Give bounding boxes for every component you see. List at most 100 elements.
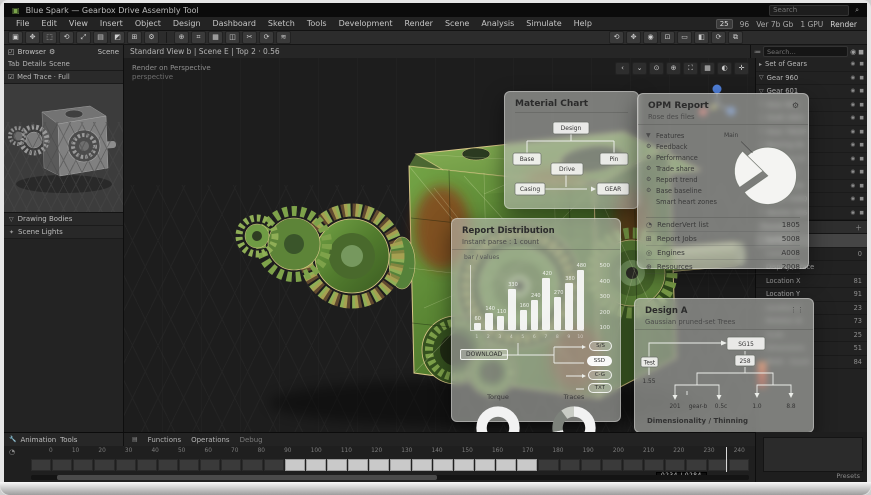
property-value[interactable]: 84 [854, 358, 862, 366]
gear-icon[interactable]: ⚙ [792, 101, 799, 110]
toolbar-icon[interactable]: ◧ [694, 31, 709, 44]
menu-item[interactable]: Render [398, 17, 438, 31]
render-toggle-icon[interactable]: ◼ [859, 75, 864, 81]
menu-item[interactable]: Simulate [520, 17, 567, 31]
browser-mode-dropdown[interactable]: Scene [98, 48, 119, 56]
viewport-icon[interactable]: ⌄ [632, 62, 647, 75]
render-toggle-icon[interactable]: ◼ [859, 102, 864, 108]
camera-toggle-icon[interactable]: ◼ [858, 48, 864, 56]
toolbar-icon[interactable]: ⊞ [127, 31, 142, 44]
menu-item[interactable]: Sketch [262, 17, 301, 31]
visibility-toggle-icon[interactable]: ◉ [851, 129, 856, 135]
visibility-toggle-icon[interactable]: ◉ [851, 88, 856, 94]
menu-item[interactable]: Scene [439, 17, 475, 31]
property-value[interactable]: 81 [854, 277, 862, 285]
menu-item[interactable]: Design [167, 17, 207, 31]
checkbox-icon[interactable]: ☑ [8, 73, 14, 81]
timeline-scrollbar-thumb[interactable] [57, 475, 437, 480]
filter-icon[interactable]: ≔ [754, 48, 761, 56]
viewport-icon[interactable]: ⊕ [666, 62, 681, 75]
menu-item[interactable]: Analysis [475, 17, 520, 31]
visibility-toggle-icon[interactable]: ◉ [851, 156, 856, 162]
left-tab[interactable]: Scene [49, 60, 70, 68]
property-value[interactable]: 91 [854, 290, 862, 298]
render-toggle-icon[interactable]: ◼ [859, 142, 864, 148]
list-item[interactable]: ▽ Drawing Bodies [4, 213, 123, 226]
render-toggle-icon[interactable]: ◼ [859, 210, 864, 216]
timeline-scrollbar[interactable] [31, 475, 749, 480]
viewport-icon[interactable]: ‹ [615, 62, 630, 75]
render-toggle-icon[interactable]: ◼ [859, 115, 864, 121]
timeline-menu[interactable]: Functions [148, 436, 181, 444]
visibility-toggle-icon[interactable]: ◉ [851, 183, 856, 189]
add-property-icon[interactable]: ＋ [855, 222, 862, 232]
opm-list-item[interactable]: ⚙ Base baseline [646, 185, 718, 196]
visibility-toggle-icon[interactable]: ◉ [851, 102, 856, 108]
timeline-tab[interactable]: Tools [60, 436, 77, 444]
eye-icon[interactable]: ◉ [850, 48, 856, 56]
toolbar-icon[interactable]: ◩ [110, 31, 125, 44]
flow-pill[interactable]: C-G [587, 370, 612, 380]
toolbar-icon[interactable]: ⊡ [660, 31, 675, 44]
timeline-tab[interactable]: Animation [20, 436, 56, 444]
menu-item[interactable]: Insert [94, 17, 129, 31]
toolbar-icon[interactable]: ⤢ [76, 31, 91, 44]
toolbar-icon[interactable]: ✥ [25, 31, 40, 44]
toolbar-icon[interactable]: ◉ [643, 31, 658, 44]
visibility-toggle-icon[interactable]: ◉ [851, 75, 856, 81]
menu-item[interactable]: Tools [301, 17, 333, 31]
visibility-toggle-icon[interactable]: ◉ [851, 169, 856, 175]
viewport-icon[interactable]: ⊙ [649, 62, 664, 75]
outliner-row[interactable]: ▸ Set of Gears ◉ ◼ [756, 58, 867, 72]
opm-list-item[interactable]: ⚙ Trade share [646, 163, 718, 174]
gear-icon[interactable]: ⚙ [49, 48, 55, 56]
menu-item[interactable]: Dashboard [207, 17, 262, 31]
opm-list-item[interactable]: ⚙ Performance [646, 152, 718, 163]
toolbar-icon[interactable]: ≋ [276, 31, 291, 44]
opm-report-panel[interactable]: OPM Report ⚙ Rose des files ▼ Features ⚙… [637, 93, 809, 274]
timeline-track[interactable] [31, 459, 749, 471]
render-mode-label[interactable]: Render [830, 20, 857, 29]
menu-item[interactable]: Edit [35, 17, 63, 31]
toolbar-icon[interactable]: ⊕ [174, 31, 189, 44]
timeline-menu[interactable]: Operations [191, 436, 229, 444]
toolbar-icon[interactable]: ⟲ [609, 31, 624, 44]
flow-source-box[interactable]: DOWNLOAD [460, 349, 509, 360]
toolbar-icon[interactable]: ▦ [208, 31, 223, 44]
visibility-toggle-icon[interactable]: ◉ [851, 115, 856, 121]
viewport-icon[interactable]: ⛶ [683, 62, 698, 75]
menu-item[interactable]: File [10, 17, 35, 31]
render-toggle-icon[interactable]: ◼ [859, 129, 864, 135]
design-tree-panel[interactable]: Design A ⋮⋮ Gaussian pruned-set Trees SG… [634, 298, 814, 433]
list-item[interactable]: ✦ Scene Lights [4, 226, 123, 239]
toolbar-icon[interactable]: ✂ [242, 31, 257, 44]
opm-list-item[interactable]: ▼ Features [646, 130, 718, 141]
outliner-row[interactable]: ▽ Gear 960 ◉ ◼ [756, 72, 867, 85]
property-value[interactable]: 51 [854, 344, 862, 352]
toolbar-icon[interactable]: ⧉ [728, 31, 743, 44]
viewport-header-text[interactable]: Standard View b | Scene E | Top 2 · 0.56 [130, 47, 280, 56]
property-value[interactable]: 23 [854, 304, 862, 312]
toolbar-icon[interactable]: ⟲ [59, 31, 74, 44]
toolbar-icon[interactable]: ⟳ [711, 31, 726, 44]
viewport-icon[interactable]: ◐ [717, 62, 732, 75]
render-toggle-icon[interactable]: ◼ [859, 196, 864, 202]
toolbar-icon[interactable]: ⚙ [144, 31, 159, 44]
property-value[interactable]: 0 [858, 250, 862, 258]
preview-box[interactable] [763, 437, 863, 472]
render-toggle-icon[interactable]: ◼ [859, 156, 864, 162]
toolbar-icon[interactable]: ◫ [225, 31, 240, 44]
visibility-toggle-icon[interactable]: ◉ [851, 196, 856, 202]
left-tab[interactable]: Details [23, 60, 47, 68]
visibility-toggle-icon[interactable]: ◉ [851, 61, 856, 67]
toolbar-icon[interactable]: ▭ [677, 31, 692, 44]
flow-pill[interactable]: SSD [586, 356, 612, 366]
render-toggle-icon[interactable]: ◼ [859, 183, 864, 189]
timeline-ruler[interactable]: 0 10 20 30 40 50 60 70 80 90 100 110 120 130 140 150 160… [49, 448, 745, 457]
model-preview-thumbnail[interactable] [4, 84, 123, 213]
outliner-search-input[interactable] [763, 46, 849, 57]
visibility-toggle-icon[interactable]: ◉ [851, 142, 856, 148]
global-search-input[interactable] [769, 4, 850, 16]
material-chart-panel[interactable]: Material Chart Design Base Pin Drive Cas… [504, 91, 639, 209]
viewport-icon[interactable]: ✛ [734, 62, 749, 75]
